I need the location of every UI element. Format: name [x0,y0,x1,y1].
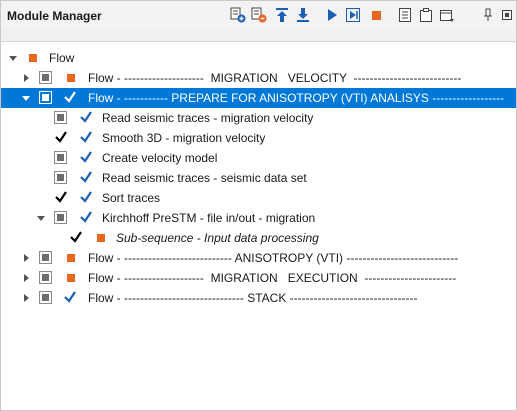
tree-item-label: Smooth 3D - migration velocity [102,131,266,145]
run-step-icon[interactable] [345,7,361,23]
tree-item-label: Read seismic traces - migration velocity [102,111,314,125]
tree-item-subsequence[interactable]: Sub-sequence - Input data processing [1,228,516,248]
disabled-marker-icon [29,54,37,62]
check-icon [80,171,92,183]
chevron-right-icon[interactable] [21,273,31,283]
item-checkbox[interactable] [39,71,52,84]
run-icon[interactable] [324,7,340,23]
window-options-icon[interactable] [439,7,455,23]
tree-item-flow-migration-execution[interactable]: Flow - -------------------- MIGRATION EX… [1,268,516,288]
check-icon [80,211,92,223]
tree-item-label: Sub-sequence - Input data processing [116,231,319,245]
check-icon [64,291,76,303]
black-check-icon[interactable] [54,130,68,144]
tree-item-module[interactable]: Kirchhoff PreSTM - file in/out - migrati… [1,208,516,228]
disabled-marker-icon [67,74,75,82]
clipboard-icon[interactable] [418,7,434,23]
chevron-down-icon[interactable] [36,213,46,223]
tree-item-label: Kirchhoff PreSTM - file in/out - migrati… [102,211,316,225]
tree-item-module[interactable]: Create velocity model [1,148,516,168]
pin-icon[interactable] [480,7,496,23]
black-check-icon[interactable] [69,230,83,244]
item-checkbox[interactable] [39,291,52,304]
stop-icon[interactable] [368,7,384,23]
tree-item-flow-anisotropy[interactable]: Flow - --------------------------- ANISO… [1,248,516,268]
item-checkbox[interactable] [54,171,67,184]
chevron-down-icon[interactable] [21,93,31,103]
item-checkbox[interactable] [54,111,67,124]
tree-item-label: Flow - --------------------------- ANISO… [88,251,459,265]
tree-item-label: Flow - ------------------------------ ST… [88,291,418,305]
item-checkbox[interactable] [39,91,52,104]
check-icon [80,151,92,163]
check-icon [80,191,92,203]
black-check-icon[interactable] [54,190,68,204]
chevron-right-icon[interactable] [21,293,31,303]
check-icon [64,91,76,103]
tree-item-label: Flow - -------------------- MIGRATION VE… [88,71,462,85]
tree-root-row[interactable]: Flow [1,48,516,68]
tree-item-module[interactable]: Sort traces [1,188,516,208]
check-icon [80,111,92,123]
item-checkbox[interactable] [54,211,67,224]
add-module-icon[interactable] [230,7,246,23]
check-icon [80,131,92,143]
report-icon[interactable] [397,7,413,23]
module-manager-panel: Module Manager Flow Flow - -------------… [0,0,517,411]
tree-item-label: Flow - ----------- PREPARE FOR ANISOTROP… [88,91,505,105]
tree-item-label: Create velocity model [102,151,218,165]
disabled-marker-icon [67,254,75,262]
disabled-marker-icon [97,234,105,242]
tree-item-module[interactable]: Read seismic traces - migration velocity [1,108,516,128]
chevron-right-icon[interactable] [21,73,31,83]
chevron-down-icon[interactable] [8,53,18,63]
tree-item-label: Sort traces [102,191,161,205]
tree-item-flow-stack[interactable]: Flow - ------------------------------ ST… [1,288,516,308]
toolbar-strip [1,30,516,42]
remove-module-icon[interactable] [251,7,267,23]
disabled-marker-icon [67,274,75,282]
move-up-icon[interactable] [274,7,290,23]
tree-item-module[interactable]: Smooth 3D - migration velocity [1,128,516,148]
tree-root-label: Flow [49,51,75,65]
maximize-icon[interactable] [499,7,515,23]
tree-item-module[interactable]: Read seismic traces - seismic data set [1,168,516,188]
move-down-icon[interactable] [295,7,311,23]
tree-item-label: Flow - -------------------- MIGRATION EX… [88,271,457,285]
chevron-right-icon[interactable] [21,253,31,263]
tree-item-flow-migration-velocity[interactable]: Flow - -------------------- MIGRATION VE… [1,68,516,88]
tree-item-flow-prepare-anisotropy[interactable]: Flow - ----------- PREPARE FOR ANISOTROP… [1,88,516,108]
tree-item-label: Read seismic traces - seismic data set [102,171,307,185]
item-checkbox[interactable] [39,251,52,264]
panel-title: Module Manager [7,9,102,23]
title-bar: Module Manager [1,1,516,30]
item-checkbox[interactable] [54,151,67,164]
item-checkbox[interactable] [39,271,52,284]
